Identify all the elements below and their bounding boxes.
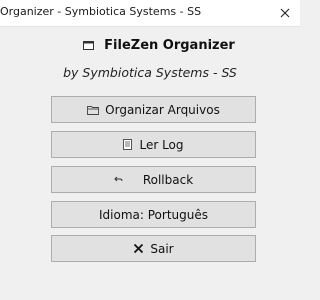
document-icon [123, 139, 133, 150]
close-icon [280, 8, 290, 18]
window-titlebar: Organizer - Symbiotica Systems - SS [0, 0, 300, 27]
folder-icon [87, 105, 100, 115]
rollback-label: Rollback [142, 172, 194, 187]
organize-files-label: Organizar Arquivos [105, 102, 220, 117]
organize-files-button[interactable]: Organizar Arquivos [51, 96, 256, 123]
language-button[interactable]: Idioma: Português [51, 201, 256, 228]
language-label: Idioma: Português [99, 207, 208, 222]
app-window-icon [83, 41, 95, 50]
exit-button[interactable]: Sair [51, 235, 256, 262]
app-subtitle: by Symbiotica Systems - SS [63, 65, 237, 80]
exit-label: Sair [150, 241, 174, 256]
read-log-label: Ler Log [139, 137, 184, 152]
header: FileZen Organizer by Symbiotica Systems … [0, 38, 300, 80]
app-title: FileZen Organizer [104, 38, 235, 53]
window-title: Organizer - Symbiotica Systems - SS [0, 5, 202, 18]
read-log-button[interactable]: Ler Log [51, 131, 256, 158]
undo-arrow-icon [114, 176, 123, 183]
window-close-button[interactable] [270, 0, 300, 26]
rollback-button[interactable]: Rollback [51, 166, 256, 193]
x-icon [133, 243, 144, 254]
